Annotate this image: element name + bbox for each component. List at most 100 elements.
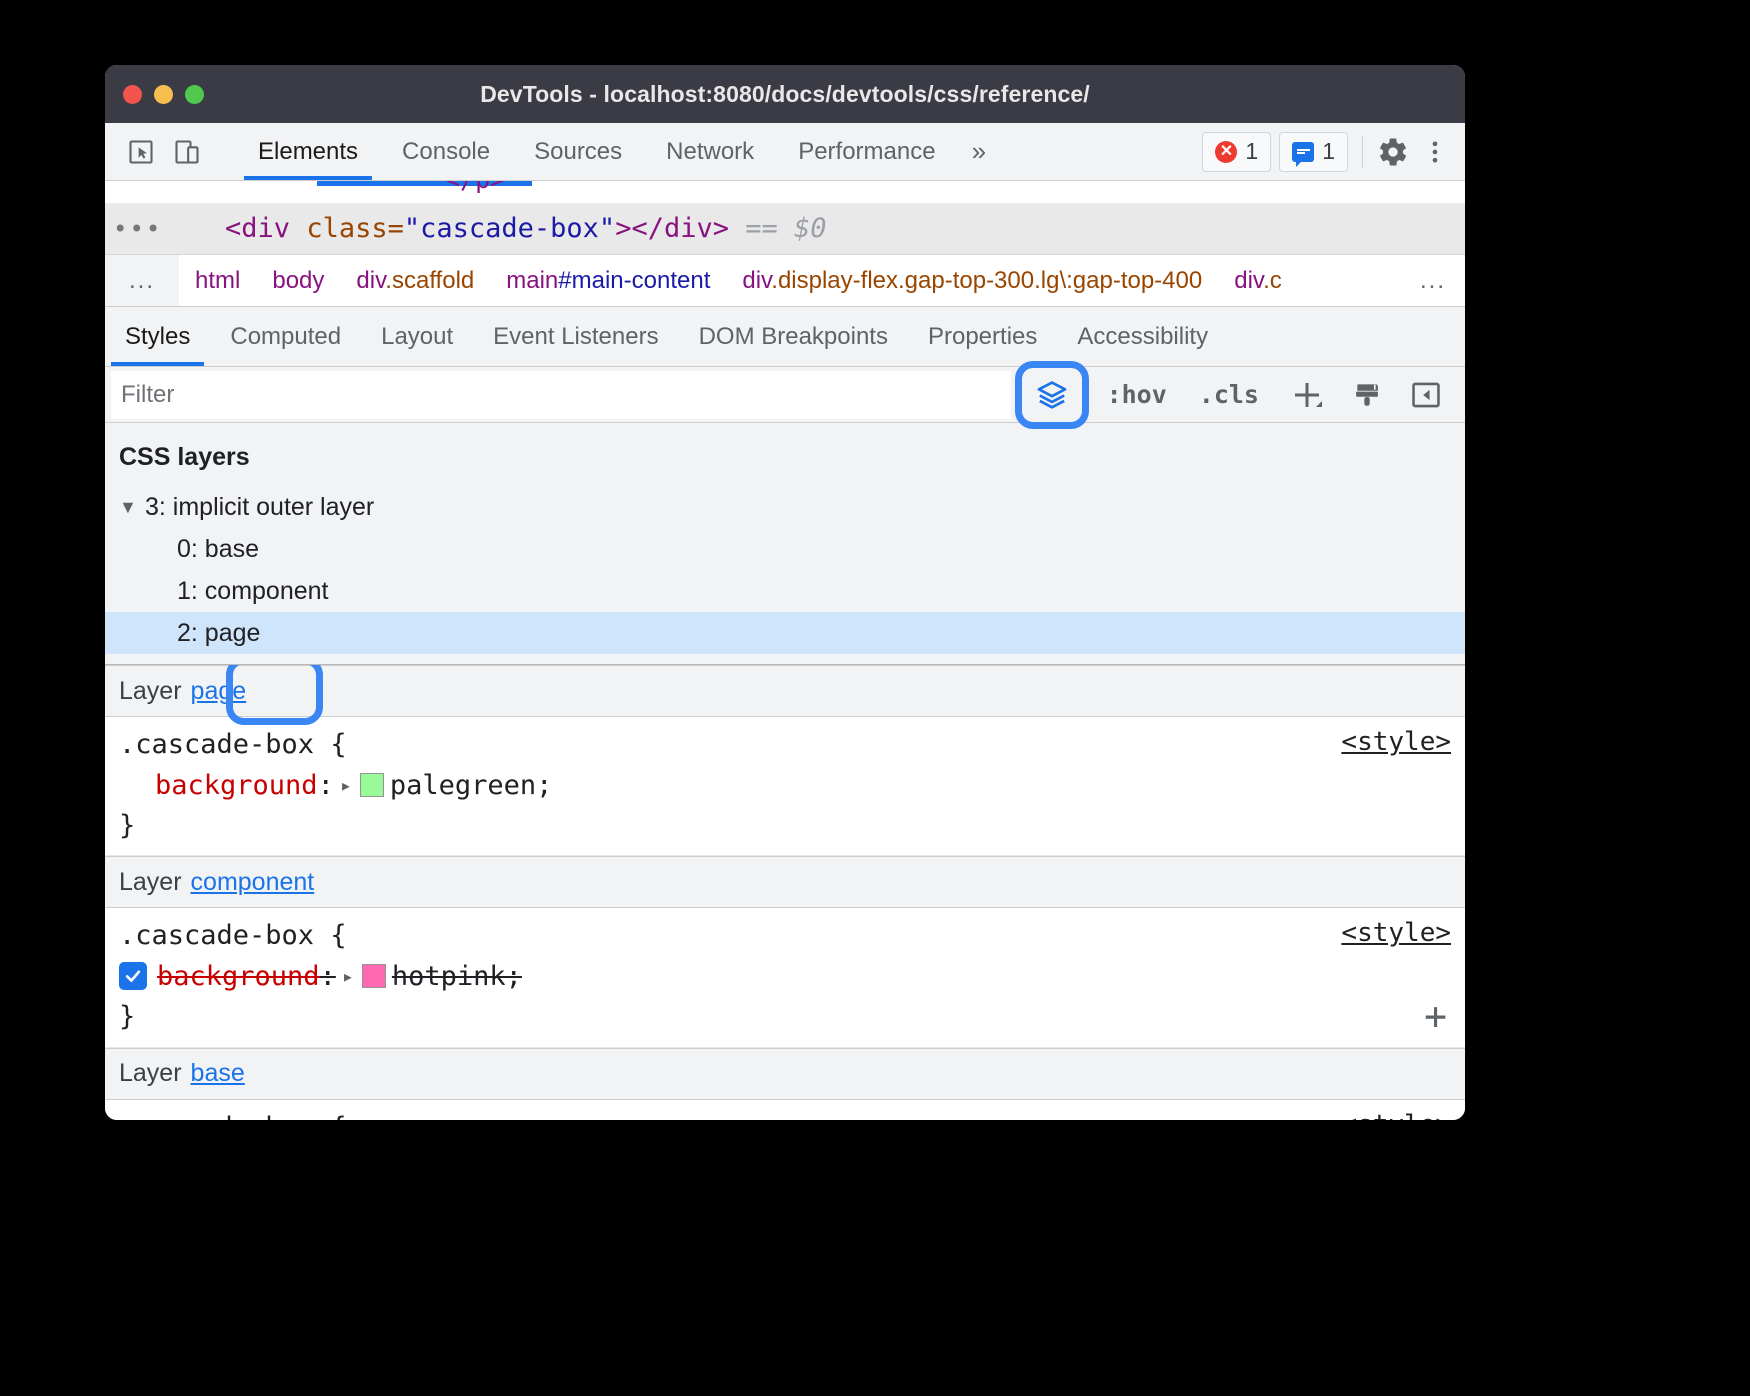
toolbar-left-icons: [105, 123, 236, 180]
declaration-enabled-checkbox[interactable]: [119, 962, 147, 990]
expand-shorthand-icon[interactable]: ▸: [342, 962, 354, 991]
breadcrumb-item-html[interactable]: html: [179, 267, 256, 295]
close-window-button[interactable]: [123, 85, 142, 104]
color-swatch[interactable]: [362, 964, 386, 988]
layer-link-component[interactable]: component: [191, 868, 315, 897]
breadcrumb-class: .c: [1263, 267, 1282, 294]
maximize-window-button[interactable]: [185, 85, 204, 104]
breadcrumb-item-div-display-flex[interactable]: div.display-flex.gap-top-300.lg\:gap-top…: [726, 267, 1218, 295]
declaration-value[interactable]: hotpink;: [392, 957, 522, 996]
css-layers-panel: CSS layers ▼ 3: implicit outer layer 0: …: [105, 423, 1465, 665]
declaration-background[interactable]: background: ▸ hotpink;: [105, 955, 1465, 997]
layer-tree-label: 0: base: [177, 535, 259, 564]
layer-header-component: Layer component: [105, 856, 1465, 908]
styles-rules-list: Layer page .cascade-box { background: ▸ …: [105, 665, 1465, 1120]
add-declaration-icon[interactable]: +: [1424, 997, 1447, 1035]
inspect-element-icon[interactable]: [121, 132, 161, 172]
breadcrumb-item-div-scaffold[interactable]: div.scaffold: [340, 267, 490, 295]
style-rule-base[interactable]: .cascade-box { background: ▸ rebeccapurp…: [105, 1100, 1465, 1120]
tab-dom-breakpoints[interactable]: DOM Breakpoints: [679, 307, 908, 366]
tab-computed[interactable]: Computed: [210, 307, 361, 366]
more-tabs-icon[interactable]: »: [958, 123, 1000, 180]
paintbrush-icon[interactable]: [1343, 373, 1393, 417]
dom-attr-value: "cascade-box": [404, 213, 615, 244]
rule-selector[interactable]: .cascade-box {: [105, 1108, 1465, 1120]
dom-attr-name: class: [306, 213, 387, 244]
element-classes-button[interactable]: .cls: [1187, 373, 1271, 417]
search-input[interactable]: [111, 371, 1011, 419]
message-icon: [1292, 142, 1314, 162]
gear-icon[interactable]: [1373, 132, 1413, 172]
toolbar-right-icons: [1354, 123, 1465, 180]
breadcrumb-item-body[interactable]: body: [256, 267, 340, 295]
layer-tree-label: 3: implicit outer layer: [145, 493, 374, 522]
tab-accessibility[interactable]: Accessibility: [1057, 307, 1228, 366]
layer-tree-item-base[interactable]: 0: base: [105, 528, 1465, 570]
layer-word: Layer: [119, 1059, 182, 1088]
layer-header-base: Layer base: [105, 1048, 1465, 1100]
declaration-background[interactable]: background: ▸ palegreen;: [105, 764, 1465, 806]
new-style-rule-button[interactable]: [1281, 373, 1333, 417]
color-swatch[interactable]: [360, 773, 384, 797]
layer-tree-item-implicit-outer[interactable]: ▼ 3: implicit outer layer: [105, 486, 1465, 528]
declaration-property[interactable]: background: [157, 957, 320, 996]
error-count: 1: [1245, 138, 1258, 165]
dom-selected-node-row[interactable]: ••• <div class="cascade-box"></div> == $…: [105, 203, 1465, 255]
css-layers-icon[interactable]: [1027, 373, 1077, 417]
device-toolbar-icon[interactable]: [167, 132, 207, 172]
panel-tab-strip: Elements Console Sources Network Perform…: [236, 123, 1194, 180]
breadcrumb-overflow-left[interactable]: ...: [105, 255, 179, 306]
issue-counters: ✕ 1 1: [1194, 123, 1354, 180]
styles-filter-bar: :hov .cls: [105, 367, 1465, 423]
style-rule-component[interactable]: .cascade-box { background: ▸ hotpink; } …: [105, 908, 1465, 1047]
dom-dollar-zero: $0: [794, 213, 827, 244]
tab-properties[interactable]: Properties: [908, 307, 1057, 366]
error-counter[interactable]: ✕ 1: [1202, 132, 1271, 172]
rule-source-link[interactable]: <style>: [1341, 727, 1451, 757]
breadcrumb-class: .scaffold: [385, 267, 474, 294]
rule-selector[interactable]: .cascade-box {: [105, 725, 1465, 764]
dom-tree-area: </p> ••• <div class="cascade-box"></div>…: [105, 181, 1465, 255]
declaration-value[interactable]: palegreen;: [390, 766, 553, 805]
message-counter[interactable]: 1: [1279, 132, 1348, 172]
tab-network[interactable]: Network: [644, 123, 776, 180]
window-titlebar: DevTools - localhost:8080/docs/devtools/…: [105, 65, 1465, 123]
message-count: 1: [1322, 138, 1335, 165]
tab-console[interactable]: Console: [380, 123, 512, 180]
toggle-element-state-button[interactable]: :hov: [1095, 373, 1179, 417]
window-title: DevTools - localhost:8080/docs/devtools/…: [105, 81, 1465, 108]
rule-source-link[interactable]: <style>: [1341, 918, 1451, 948]
breadcrumb: ... html body div.scaffold main#main-con…: [105, 255, 1465, 307]
layer-tree-item-component[interactable]: 1: component: [105, 570, 1465, 612]
chevron-down-icon[interactable]: ▼: [119, 497, 141, 518]
breadcrumb-tag: html: [195, 267, 240, 294]
breadcrumb-tag: body: [272, 267, 324, 294]
toggle-sidebar-icon[interactable]: [1401, 373, 1451, 417]
breadcrumb-item-main-content[interactable]: main#main-content: [490, 267, 726, 295]
layer-word: Layer: [119, 677, 182, 706]
layer-tree-label: 2: page: [177, 619, 260, 648]
breadcrumb-class: .display-flex.gap-top-300.lg\:gap-top-40…: [771, 267, 1202, 294]
tab-sources[interactable]: Sources: [512, 123, 644, 180]
expand-shorthand-icon[interactable]: ▸: [340, 771, 352, 800]
dom-ellipsis[interactable]: •••: [105, 215, 225, 243]
dom-partial-row: </p>: [105, 181, 1465, 203]
tab-styles[interactable]: Styles: [105, 307, 210, 366]
style-rule-page[interactable]: .cascade-box { background: ▸ palegreen; …: [105, 717, 1465, 856]
tab-event-listeners[interactable]: Event Listeners: [473, 307, 678, 366]
breadcrumb-item-div-c[interactable]: div.c: [1218, 267, 1298, 295]
minimize-window-button[interactable]: [154, 85, 173, 104]
layer-header-page: Layer page: [105, 665, 1465, 717]
tab-performance[interactable]: Performance: [776, 123, 957, 180]
rule-source-link[interactable]: <style>: [1341, 1110, 1451, 1120]
breadcrumb-tag: main: [506, 267, 558, 294]
kebab-menu-icon[interactable]: [1415, 132, 1455, 172]
tab-elements[interactable]: Elements: [236, 123, 380, 180]
layer-tree-item-page[interactable]: 2: page: [105, 612, 1465, 654]
declaration-property[interactable]: background: [155, 766, 318, 805]
layer-link-page[interactable]: page: [191, 677, 247, 706]
tab-layout[interactable]: Layout: [361, 307, 473, 366]
layer-link-base[interactable]: base: [191, 1059, 245, 1088]
breadcrumb-overflow-right[interactable]: ...: [1401, 255, 1465, 306]
rule-selector[interactable]: .cascade-box {: [105, 916, 1465, 955]
